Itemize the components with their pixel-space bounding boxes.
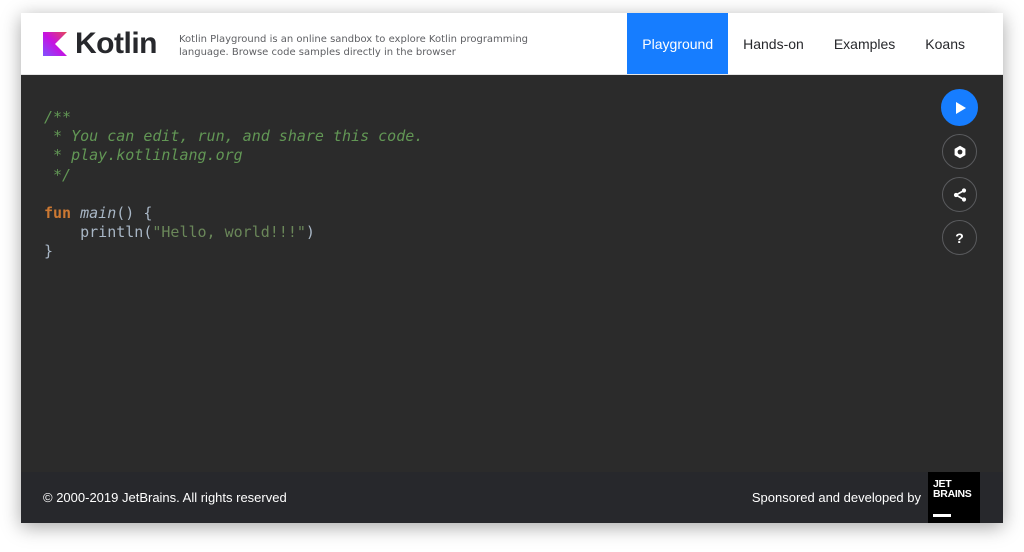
app-window: Kotlin Kotlin Playground is an online sa…: [21, 13, 1003, 523]
nav-playground[interactable]: Playground: [627, 13, 729, 74]
jetbrains-logo-text: JET BRAINS: [933, 479, 972, 500]
play-icon: [955, 101, 966, 114]
site-header: Kotlin Kotlin Playground is an online sa…: [21, 13, 1003, 75]
jetbrains-logo-bar: [933, 514, 951, 517]
nav-koans[interactable]: Koans: [910, 13, 1003, 74]
nav-examples[interactable]: Examples: [819, 13, 910, 74]
share-button[interactable]: [942, 177, 977, 212]
code-closing-brace: }: [44, 242, 54, 261]
help-icon: ?: [955, 229, 964, 246]
code-signature: () {: [116, 204, 153, 223]
code-string-literal: "Hello, world!!!": [152, 223, 306, 242]
site-footer: © 2000-2019 JetBrains. All rights reserv…: [21, 472, 1003, 523]
code-comment-line: * You can edit, run, and share this code…: [44, 127, 424, 146]
code-comment-line: /**: [44, 108, 72, 126]
site-tagline: Kotlin Playground is an online sandbox t…: [179, 34, 528, 58]
run-button[interactable]: [941, 89, 978, 126]
nav-hands-on[interactable]: Hands-on: [728, 13, 819, 74]
share-icon: [953, 187, 966, 202]
code-editor[interactable]: /** * You can edit, run, and share this …: [21, 75, 1003, 472]
copyright-text: © 2000-2019 JetBrains. All rights reserv…: [43, 490, 287, 505]
editor-actions: ?: [941, 89, 978, 255]
help-button[interactable]: ?: [942, 220, 977, 255]
code-call-name: println: [80, 223, 144, 242]
sponsor-text: Sponsored and developed by: [751, 490, 921, 505]
settings-icon: [954, 145, 965, 158]
code-call-close: ): [305, 223, 315, 242]
jetbrains-logo[interactable]: JET BRAINS: [928, 472, 980, 523]
settings-button[interactable]: [942, 134, 977, 169]
jetbrains-logo-line2: BRAINS: [933, 488, 972, 500]
code-comment-line: * play.kotlinlang.org: [44, 146, 243, 165]
code-function-name: main: [80, 204, 117, 223]
code-comment-line: */: [44, 165, 72, 184]
code-keyword-fun: fun: [44, 204, 72, 223]
main-nav: Playground Hands-on Examples Koans: [627, 13, 1003, 74]
kotlin-logo[interactable]: Kotlin: [43, 27, 157, 60]
kotlin-logo-text: Kotlin: [75, 27, 157, 60]
kotlin-logo-icon: [43, 32, 67, 56]
code-area[interactable]: /** * You can edit, run, and share this …: [44, 108, 423, 262]
